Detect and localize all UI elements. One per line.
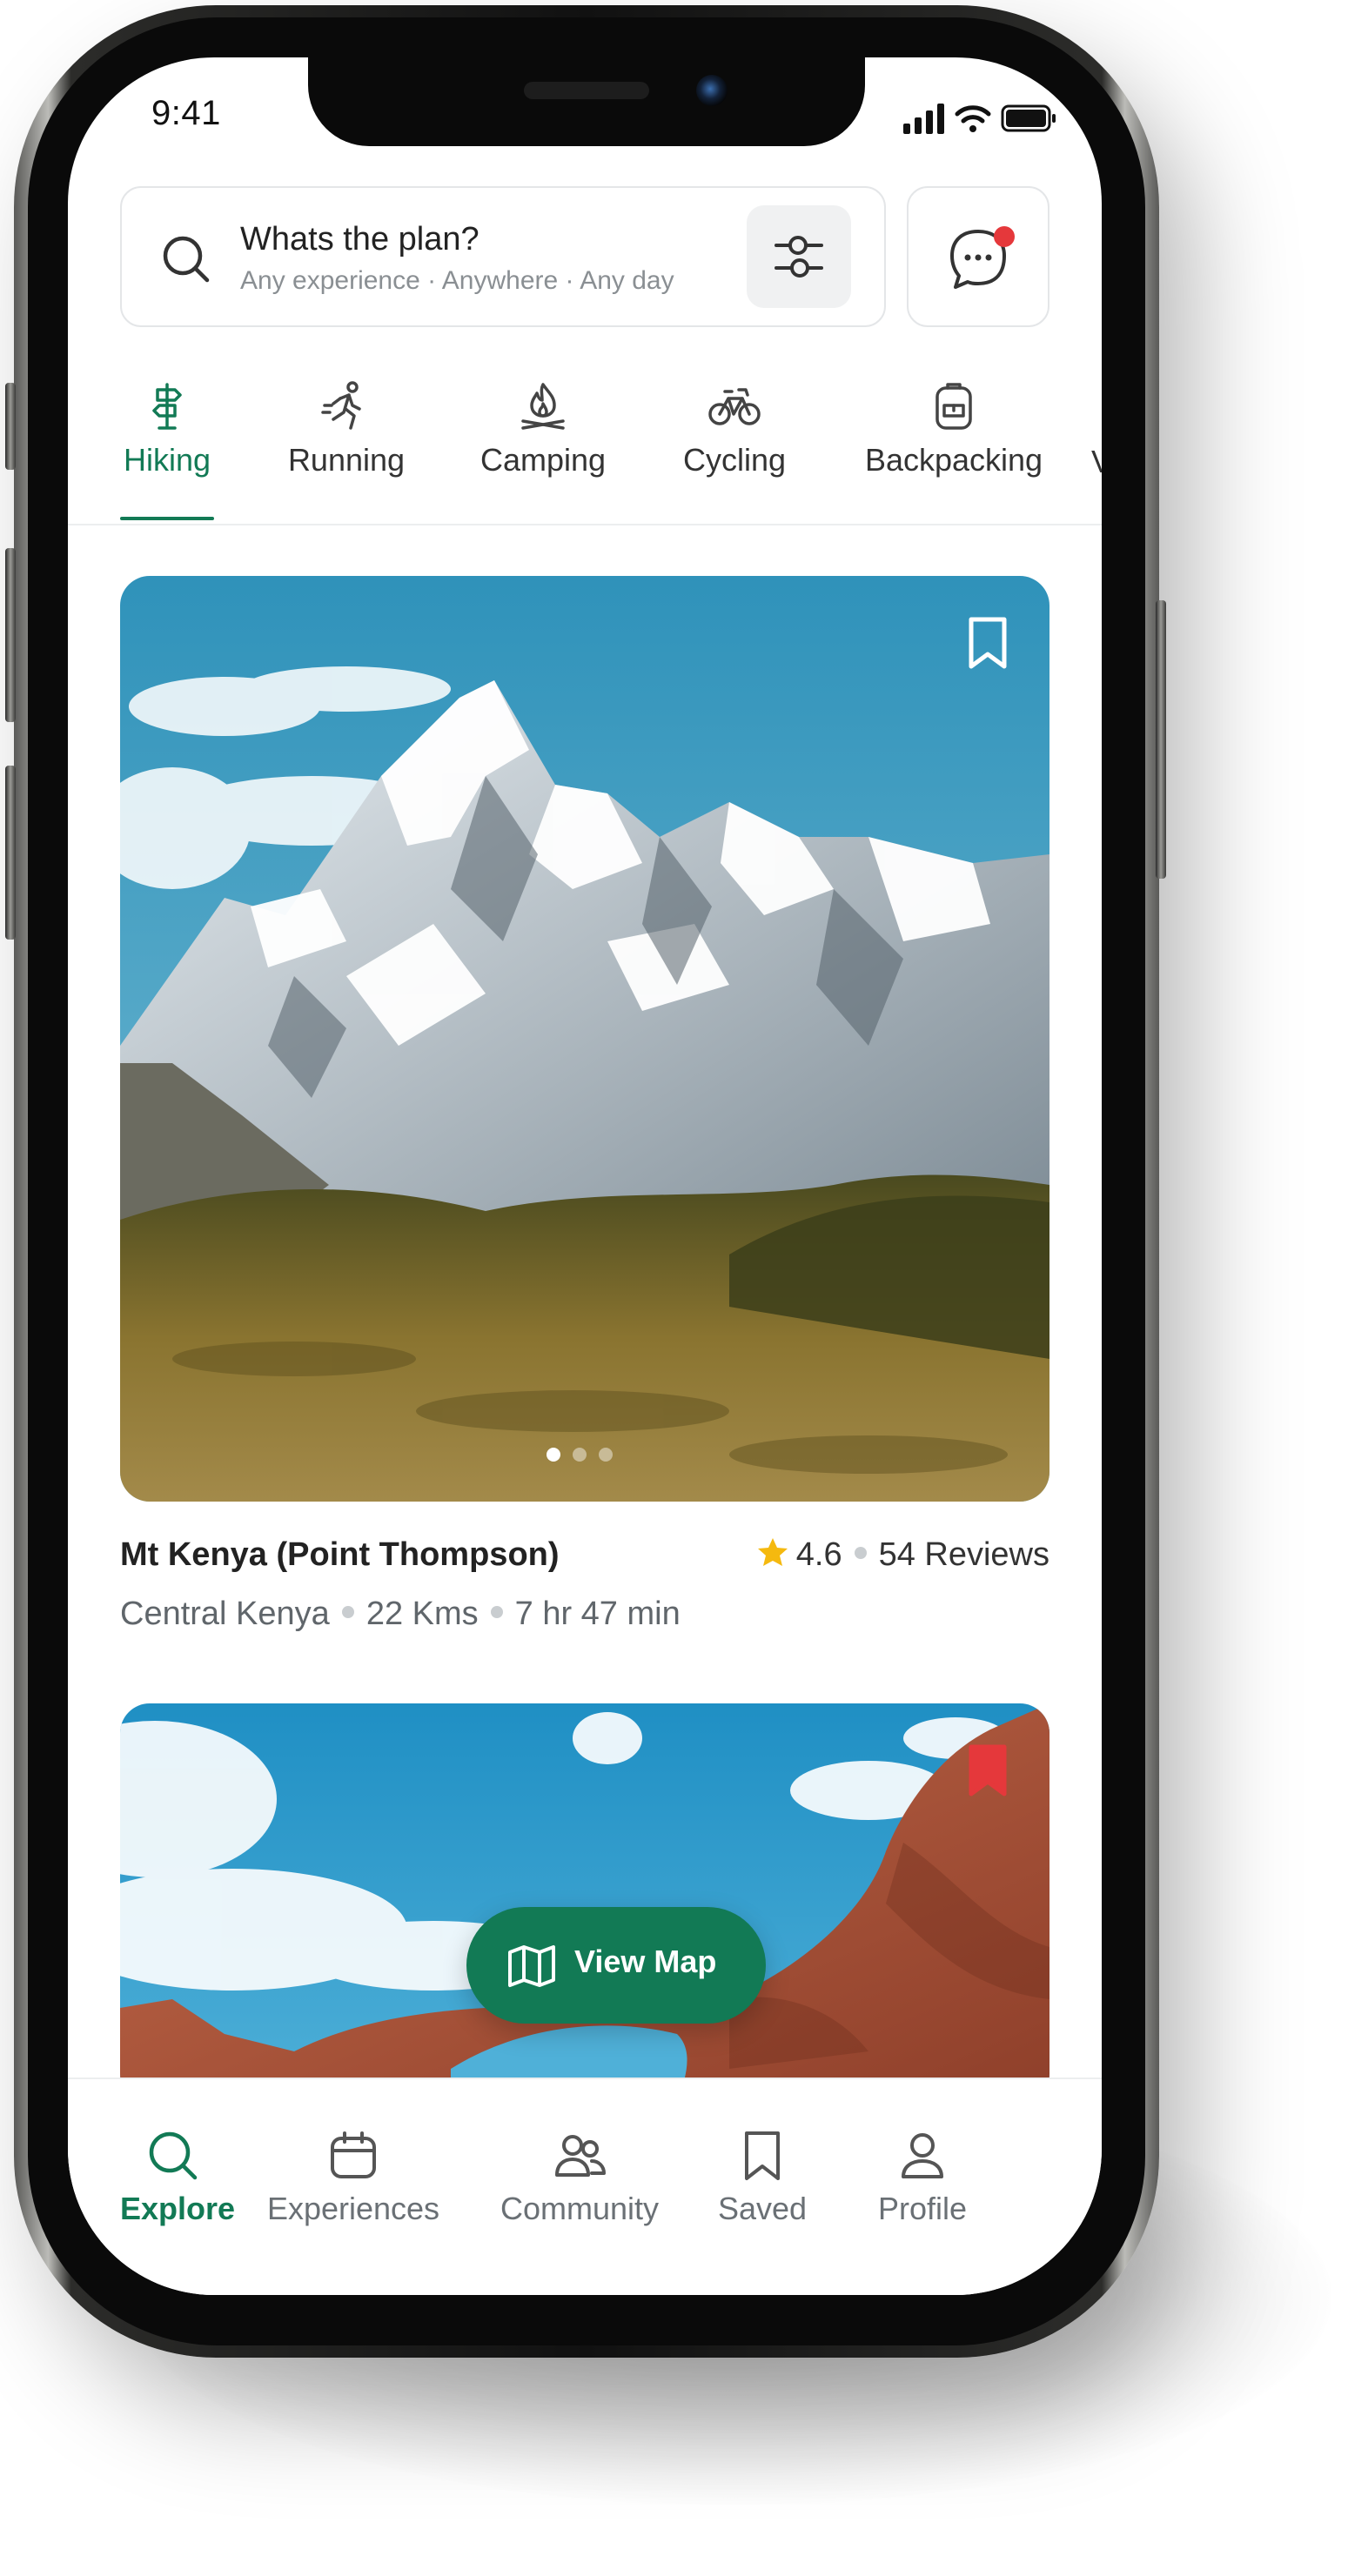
runner-icon bbox=[321, 381, 361, 430]
tab-label: Cycling bbox=[682, 442, 787, 478]
bottom-navigation: Explore Experiences Community Saved Prof… bbox=[68, 2078, 1102, 2295]
carousel-dots bbox=[547, 1448, 651, 1465]
star-icon bbox=[757, 1538, 788, 1566]
review-count[interactable]: 54 Reviews bbox=[879, 1536, 1049, 1573]
search-icon bbox=[149, 2131, 198, 2180]
battery-icon bbox=[1001, 104, 1056, 132]
listing-location: Central Kenya bbox=[120, 1596, 330, 1632]
tab-cycling[interactable]: Cycling bbox=[674, 379, 795, 524]
search-subtitle: Any experience · Anywhere · Any day bbox=[240, 266, 674, 295]
listing-title[interactable]: Mt Kenya (Point Thompson) bbox=[120, 1536, 560, 1574]
rating-value: 4.6 bbox=[795, 1536, 842, 1573]
carousel-dot[interactable] bbox=[599, 1448, 613, 1462]
carousel-dot[interactable] bbox=[547, 1448, 560, 1462]
listing-card-image[interactable] bbox=[120, 576, 1049, 1502]
nav-profile[interactable]: Profile bbox=[872, 2128, 973, 2227]
separator-dot bbox=[490, 1606, 503, 1618]
bookmark-icon-saved[interactable] bbox=[964, 1743, 1011, 1799]
nav-experiences[interactable]: Experiences bbox=[266, 2128, 440, 2227]
nav-label: Community bbox=[500, 2191, 660, 2226]
nav-label: Explore bbox=[120, 2191, 236, 2226]
separator-dot bbox=[854, 1547, 867, 1559]
listing-meta: Central Kenya 22 Kms 7 hr 47 min bbox=[120, 1596, 681, 1633]
chat-bubble-icon bbox=[950, 230, 1006, 289]
tab-label: Running bbox=[287, 442, 406, 478]
front-camera bbox=[696, 75, 728, 106]
snowy-mountain-photo bbox=[120, 576, 1049, 1502]
status-icons bbox=[903, 104, 1056, 134]
tab-label: Hiking bbox=[123, 442, 211, 478]
notch bbox=[308, 57, 865, 146]
people-icon bbox=[555, 2135, 606, 2177]
speaker-grille bbox=[524, 82, 649, 99]
nav-label: Profile bbox=[877, 2191, 968, 2226]
user-icon bbox=[902, 2133, 943, 2178]
app-screen: 9:41 Whats the plan? Any experience · An… bbox=[68, 57, 1102, 2295]
nav-label: Saved bbox=[717, 2191, 808, 2226]
filter-button[interactable] bbox=[747, 205, 851, 308]
phone-volume-down-button bbox=[5, 766, 16, 940]
listing-rating: 4.6 54 Reviews bbox=[756, 1536, 1049, 1574]
listing-duration: 7 hr 47 min bbox=[514, 1596, 681, 1632]
messages-button[interactable] bbox=[907, 186, 1049, 327]
tabs-divider bbox=[68, 524, 1102, 525]
tab-backpacking[interactable]: Backpacking bbox=[851, 379, 1056, 524]
tab-camping[interactable]: Camping bbox=[468, 379, 618, 524]
signal-icon bbox=[903, 104, 944, 134]
search-icon bbox=[163, 236, 210, 283]
campfire-icon bbox=[521, 383, 565, 430]
nav-saved[interactable]: Saved bbox=[712, 2128, 813, 2227]
signpost-icon bbox=[152, 383, 182, 430]
search-bar[interactable]: Whats the plan? Any experience · Anywher… bbox=[120, 186, 886, 327]
nav-community[interactable]: Community bbox=[493, 2128, 667, 2227]
tab-hiking[interactable]: Hiking bbox=[120, 379, 214, 524]
sliders-icon bbox=[775, 236, 823, 278]
listing-card-image[interactable] bbox=[120, 1703, 1049, 2104]
bookmark-icon[interactable] bbox=[964, 616, 1011, 672]
status-time: 9:41 bbox=[151, 94, 221, 132]
tab-overflow-hint: V bbox=[1091, 444, 1102, 478]
phone-side-button bbox=[5, 383, 16, 470]
separator-dot bbox=[341, 1606, 354, 1618]
view-map-button[interactable]: View Map bbox=[466, 1907, 766, 2024]
red-rock-arch-photo bbox=[120, 1703, 1049, 2104]
carousel-dot[interactable] bbox=[573, 1448, 587, 1462]
active-tab-indicator bbox=[120, 517, 214, 520]
calendar-icon bbox=[331, 2131, 376, 2178]
nav-explore[interactable]: Explore bbox=[120, 2128, 236, 2227]
map-icon bbox=[508, 1945, 555, 1987]
view-map-label: View Map bbox=[574, 1944, 717, 1979]
listing-distance: 22 Kms bbox=[365, 1596, 479, 1632]
category-tabs: Hiking Running Camping Cycling Backpacki… bbox=[68, 379, 1102, 524]
phone-volume-up-button bbox=[5, 548, 16, 722]
notification-badge bbox=[994, 226, 1015, 247]
wifi-icon bbox=[955, 105, 991, 132]
search-title: Whats the plan? bbox=[240, 221, 479, 258]
backpack-icon bbox=[935, 383, 972, 430]
tab-label: Camping bbox=[479, 442, 607, 478]
bicycle-icon bbox=[708, 388, 761, 425]
phone-power-button bbox=[1156, 600, 1166, 879]
tab-running[interactable]: Running bbox=[280, 379, 412, 524]
tab-label: Backpacking bbox=[864, 442, 1043, 478]
nav-label: Experiences bbox=[266, 2191, 440, 2226]
bookmark-icon bbox=[745, 2131, 780, 2180]
